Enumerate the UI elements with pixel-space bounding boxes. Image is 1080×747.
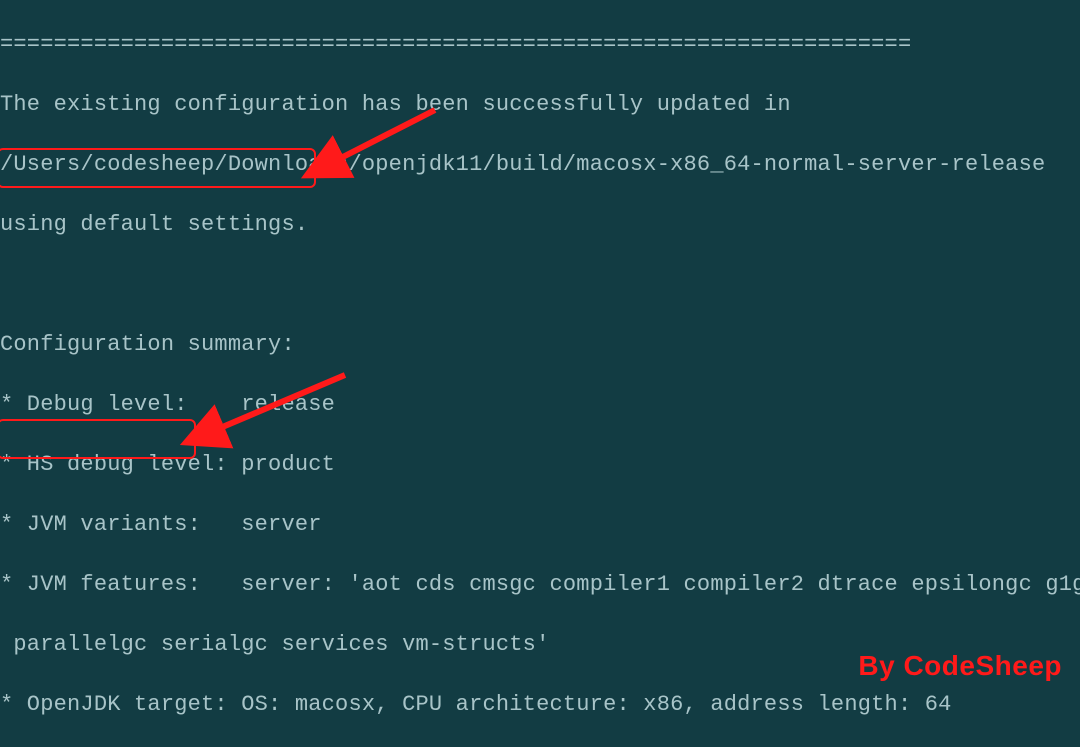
config-debug-level: * Debug level: release (0, 390, 1080, 420)
blank-line (0, 270, 1080, 300)
config-hs-debug-level: * HS debug level: product (0, 450, 1080, 480)
config-header: Configuration summary: (0, 330, 1080, 360)
intro-line-1: The existing configuration has been succ… (0, 90, 1080, 120)
config-jvm-features-2: parallelgc serialgc services vm-structs' (0, 630, 1080, 660)
config-jvm-features-1: * JVM features: server: 'aot cds cmsgc c… (0, 570, 1080, 600)
intro-line-3: using default settings. (0, 210, 1080, 240)
intro-line-2: /Users/codesheep/Downloads/openjdk11/bui… (0, 150, 1080, 180)
config-openjdk-target: * OpenJDK target: OS: macosx, CPU archit… (0, 690, 1080, 720)
divider-line: ========================================… (0, 30, 1080, 60)
terminal-output: ========================================… (0, 0, 1080, 747)
config-jvm-variants: * JVM variants: server (0, 510, 1080, 540)
